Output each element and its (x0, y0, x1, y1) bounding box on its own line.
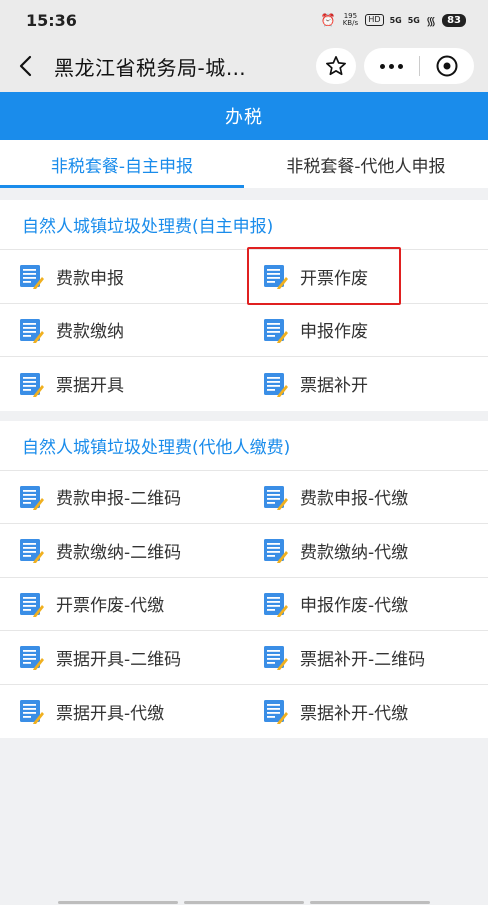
signal-5g-icon: 5G (389, 15, 402, 25)
menu-item-declare-void-proxy[interactable]: 申报作废-代缴 (244, 578, 488, 631)
menu-item-invoice-void[interactable]: 开票作废 (244, 247, 488, 305)
menu-item-label: 费款缴纳 (56, 322, 124, 343)
nav-bar-segment (184, 901, 304, 904)
document-edit-icon (20, 372, 44, 397)
document-edit-icon (20, 646, 44, 671)
menu-item-invoice-reissue-qr[interactable]: 票据补开-二维码 (244, 631, 488, 684)
mini-program-capsule (364, 48, 474, 84)
menu-item-label: 申报作废-代缴 (300, 596, 409, 617)
favorite-button[interactable] (316, 48, 356, 84)
menu-row: 费款申报 开票作废 (0, 247, 488, 305)
status-bar: 15:36 ⏰ 195 KB/s HD 5G 5G ᯾ 83 (0, 0, 488, 40)
target-icon (436, 55, 458, 77)
nav-bar-segment (58, 901, 178, 904)
more-button[interactable] (364, 63, 419, 69)
menu-item-label: 费款缴纳-二维码 (56, 542, 182, 563)
menu-row: 票据开具-代缴 票据补开-代缴 (0, 685, 488, 739)
network-speed: 195 KB/s (342, 12, 359, 27)
menu-item-label: 票据开具 (56, 376, 124, 397)
tab-bar: 非税套餐-自主申报 非税套餐-代他人申报 (0, 140, 488, 188)
section-header: 办税 (0, 92, 488, 140)
section-self-declare: 自然人城镇垃圾处理费(自主申报) 费款申报 开票作废 费款缴纳 申报作废 票据开… (0, 200, 488, 411)
menu-row: 开票作废-代缴 申报作废-代缴 (0, 578, 488, 631)
document-edit-icon (20, 265, 44, 290)
document-edit-icon (20, 318, 44, 343)
nav-bar-segment (310, 901, 430, 904)
title-bar: 黑龙江省税务局-城… (0, 40, 488, 92)
more-dot-icon (388, 63, 394, 69)
menu-item-label: 开票作废-代缴 (56, 596, 165, 617)
document-edit-icon (20, 592, 44, 617)
more-dot-icon (379, 63, 385, 69)
menu-row: 票据开具-二维码 票据补开-二维码 (0, 631, 488, 685)
menu-item-label: 申报作废 (300, 322, 368, 343)
status-time: 15:36 (26, 10, 77, 30)
tab-self-declare[interactable]: 非税套餐-自主申报 (0, 140, 244, 188)
menu-row: 票据开具 票据补开 (0, 357, 488, 411)
menu-item-fee-declare[interactable]: 费款申报 (0, 250, 244, 303)
menu-item-invoice-void-proxy[interactable]: 开票作废-代缴 (0, 578, 244, 631)
document-edit-icon (20, 700, 44, 725)
menu-item-label: 票据开具-代缴 (56, 703, 165, 724)
menu-item-invoice-issue-qr[interactable]: 票据开具-二维码 (0, 631, 244, 684)
document-edit-icon (264, 485, 288, 510)
menu-item-invoice-issue-proxy[interactable]: 票据开具-代缴 (0, 685, 244, 739)
section-proxy-pay: 自然人城镇垃圾处理费(代他人缴费) 费款申报-二维码 费款申报-代缴 费款缴纳-… (0, 420, 488, 739)
menu-item-label: 费款申报 (56, 268, 124, 289)
document-edit-icon (264, 700, 288, 725)
section-title: 自然人城镇垃圾处理费(自主申报) (0, 200, 488, 250)
menu-item-fee-declare-qr[interactable]: 费款申报-二维码 (0, 471, 244, 524)
star-icon (326, 56, 346, 76)
document-edit-icon (20, 539, 44, 564)
status-icons: ⏰ 195 KB/s HD 5G 5G ᯾ 83 (320, 12, 466, 29)
chevron-left-icon (19, 55, 32, 77)
menu-item-invoice-reissue-proxy[interactable]: 票据补开-代缴 (244, 685, 488, 739)
battery-icon: 83 (442, 13, 466, 27)
menu-item-label: 票据开具-二维码 (56, 649, 182, 670)
menu-item-fee-declare-proxy[interactable]: 费款申报-代缴 (244, 471, 488, 524)
more-dot-icon (397, 63, 403, 69)
menu-item-label: 费款缴纳-代缴 (300, 542, 409, 563)
document-edit-icon (264, 372, 288, 397)
menu-item-declare-void[interactable]: 申报作废 (244, 304, 488, 357)
tab-proxy-declare[interactable]: 非税套餐-代他人申报 (244, 140, 488, 188)
menu-row: 费款缴纳 申报作废 (0, 304, 488, 357)
document-edit-icon (264, 592, 288, 617)
menu-item-fee-payment-qr[interactable]: 费款缴纳-二维码 (0, 524, 244, 577)
menu-item-invoice-issue[interactable]: 票据开具 (0, 357, 244, 411)
document-edit-icon (264, 318, 288, 343)
hd-badge: HD (365, 14, 384, 26)
alarm-icon: ⏰ (320, 13, 336, 27)
document-edit-icon (264, 646, 288, 671)
section-title: 自然人城镇垃圾处理费(代他人缴费) (0, 421, 488, 471)
menu-item-label: 票据补开-二维码 (300, 649, 426, 670)
menu-row: 费款缴纳-二维码 费款缴纳-代缴 (0, 524, 488, 578)
back-button[interactable] (18, 51, 40, 81)
menu-item-label: 票据补开 (300, 376, 368, 397)
menu-item-label: 开票作废 (300, 268, 368, 289)
document-edit-icon (20, 485, 44, 510)
menu-row: 费款申报-二维码 费款申报-代缴 (0, 471, 488, 524)
wifi-icon: ᯾ (425, 13, 437, 28)
document-edit-icon (264, 539, 288, 564)
document-edit-icon (264, 265, 288, 290)
menu-item-label: 费款申报-代缴 (300, 489, 409, 510)
menu-item-fee-payment-proxy[interactable]: 费款缴纳-代缴 (244, 524, 488, 577)
signal-5g-icon-2: 5G (407, 15, 420, 25)
menu-item-invoice-reissue[interactable]: 票据补开 (244, 357, 488, 411)
home-indicator (0, 899, 488, 905)
menu-item-fee-payment[interactable]: 费款缴纳 (0, 304, 244, 357)
page-title: 黑龙江省税务局-城… (54, 55, 247, 80)
menu-item-label: 票据补开-代缴 (300, 703, 409, 724)
menu-item-label: 费款申报-二维码 (56, 489, 182, 510)
close-button[interactable] (420, 54, 475, 78)
